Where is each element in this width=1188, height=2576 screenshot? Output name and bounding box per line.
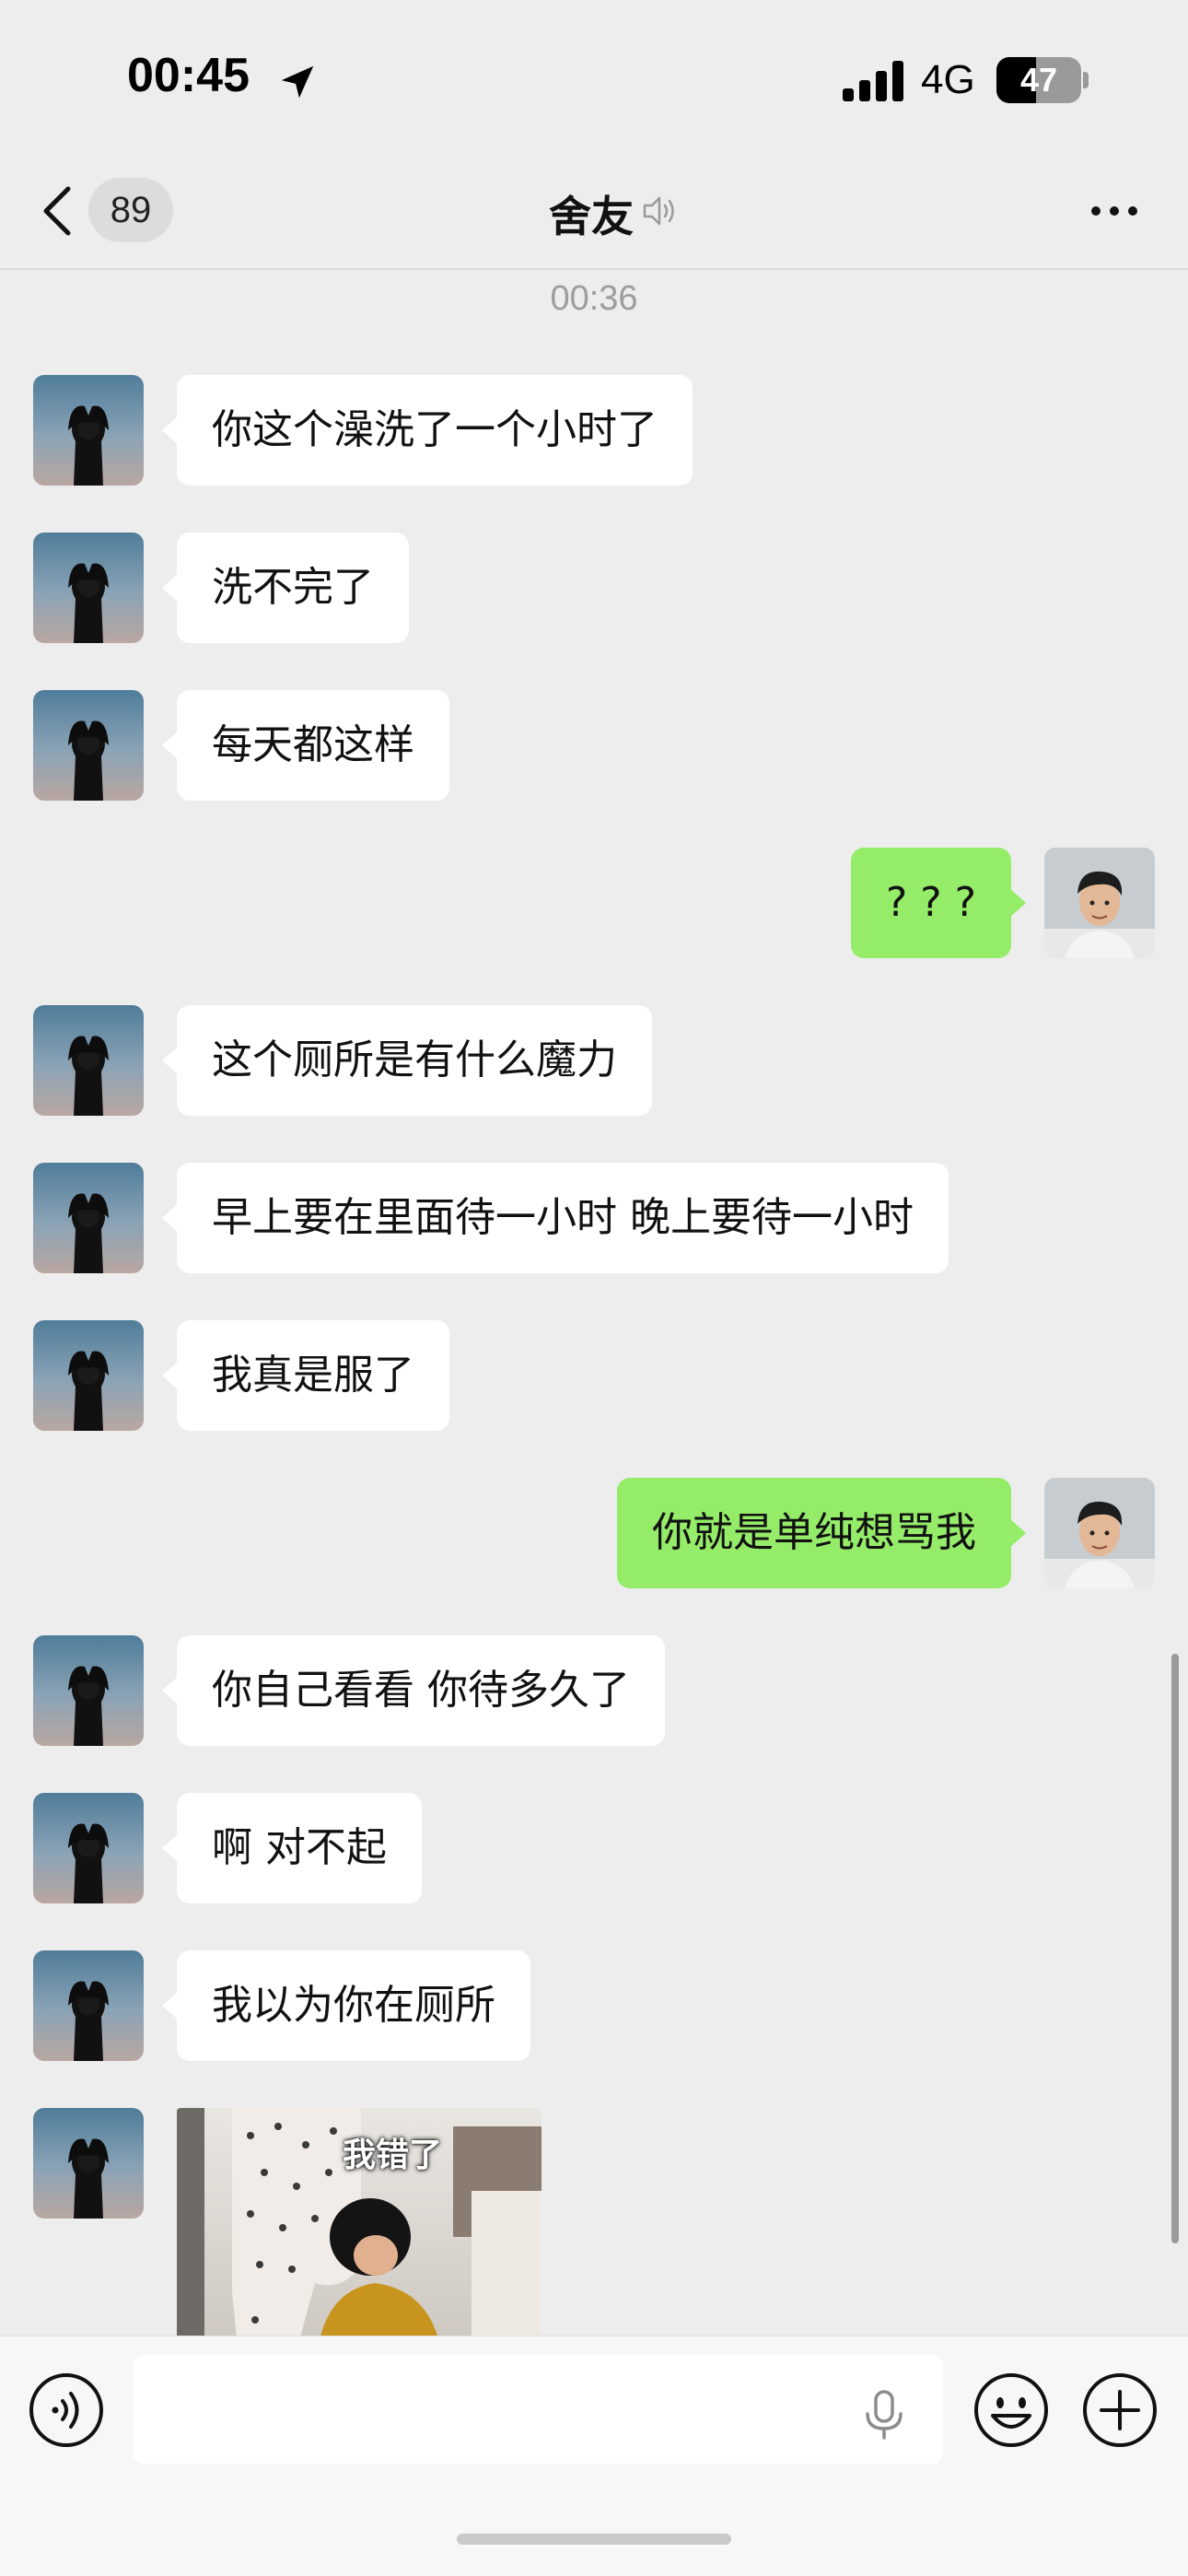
incoming-message-bubble[interactable]: 我以为你在厕所 xyxy=(162,1950,530,2061)
mic-icon[interactable] xyxy=(856,2386,912,2441)
message-row: 你就是单纯想骂我 xyxy=(0,1478,1188,1588)
friend-avatar[interactable] xyxy=(33,1635,144,1746)
message-row: 每天都这样 xyxy=(0,690,1188,801)
emoji-icon[interactable] xyxy=(973,2371,1050,2449)
friend-avatar[interactable] xyxy=(33,375,144,486)
friend-avatar[interactable] xyxy=(33,1163,144,1273)
message-row: 这个厕所是有什么魔力 xyxy=(0,1005,1188,1116)
friend-avatar[interactable] xyxy=(33,1950,144,2061)
status-time: 00:45 xyxy=(127,49,250,102)
more-dots-icon[interactable] xyxy=(1087,191,1142,231)
message-row: 你这个澡洗了一个小时了 xyxy=(0,375,1188,486)
my-avatar[interactable] xyxy=(1044,848,1155,958)
message-row: 洗不完了 xyxy=(0,533,1188,643)
incoming-message-bubble[interactable]: 这个厕所是有什么魔力 xyxy=(162,1005,652,1116)
speaker-muted-icon xyxy=(643,196,674,226)
message-input[interactable] xyxy=(133,2355,943,2464)
sticker-image[interactable]: 我错了 xyxy=(177,2108,542,2336)
outgoing-message-bubble[interactable]: 你就是单纯想骂我 xyxy=(617,1478,1026,1588)
incoming-message-bubble[interactable]: 你自己看看 你待多久了 xyxy=(162,1635,665,1746)
status-bar: 00:45 4G 47 xyxy=(0,0,1188,152)
chevron-left-icon[interactable] xyxy=(41,185,74,237)
friend-avatar[interactable] xyxy=(33,1793,144,1903)
message-timestamp: 00:36 xyxy=(550,279,638,318)
friend-avatar[interactable] xyxy=(33,2108,144,2219)
message-row: 啊 对不起 xyxy=(0,1793,1188,1903)
signal-icon xyxy=(843,61,903,101)
message-row: 我以为你在厕所 xyxy=(0,1950,1188,2061)
chat-header: 89 舍友 xyxy=(0,152,1188,270)
unread-count-badge[interactable]: 89 xyxy=(88,178,173,242)
message-row: 我错了 xyxy=(0,2108,1188,2336)
my-avatar[interactable] xyxy=(1044,1478,1155,1588)
sticker-caption: 我错了 xyxy=(343,2137,443,2174)
network-type: 4G xyxy=(921,57,975,102)
message-row: ? ? ? xyxy=(0,848,1188,958)
battery-icon: 47 xyxy=(996,57,1089,103)
friend-avatar[interactable] xyxy=(33,533,144,643)
battery-percent: 47 xyxy=(1019,61,1058,99)
scrollbar[interactable] xyxy=(1171,1654,1179,2243)
home-indicator[interactable] xyxy=(457,2534,731,2545)
friend-avatar[interactable] xyxy=(33,1005,144,1116)
location-arrow-icon xyxy=(281,65,314,99)
outgoing-message-bubble[interactable]: ? ? ? xyxy=(850,848,1027,958)
message-row: 你自己看看 你待多久了 xyxy=(0,1635,1188,1746)
voice-icon[interactable] xyxy=(28,2371,105,2449)
message-row: 我真是服了 xyxy=(0,1320,1188,1431)
friend-avatar[interactable] xyxy=(33,1320,144,1431)
plus-icon[interactable] xyxy=(1081,2371,1159,2449)
incoming-message-bubble[interactable]: 每天都这样 xyxy=(162,690,449,801)
incoming-message-bubble[interactable]: 洗不完了 xyxy=(162,533,409,643)
incoming-message-bubble[interactable]: 早上要在里面待一小时 晚上要待一小时 xyxy=(162,1163,949,1273)
message-list[interactable]: 00:36 你这个澡洗了一个小时了 洗不完了 每天都这样 ? ? ? 这个厕所是… xyxy=(0,272,1188,2336)
friend-avatar[interactable] xyxy=(33,690,144,801)
message-row: 早上要在里面待一小时 晚上要待一小时 xyxy=(0,1163,1188,1273)
incoming-message-bubble[interactable]: 我真是服了 xyxy=(162,1320,449,1431)
chat-title[interactable]: 舍友 xyxy=(549,183,634,244)
incoming-message-bubble[interactable]: 你这个澡洗了一个小时了 xyxy=(162,375,693,486)
incoming-message-bubble[interactable]: 啊 对不起 xyxy=(162,1793,422,1903)
